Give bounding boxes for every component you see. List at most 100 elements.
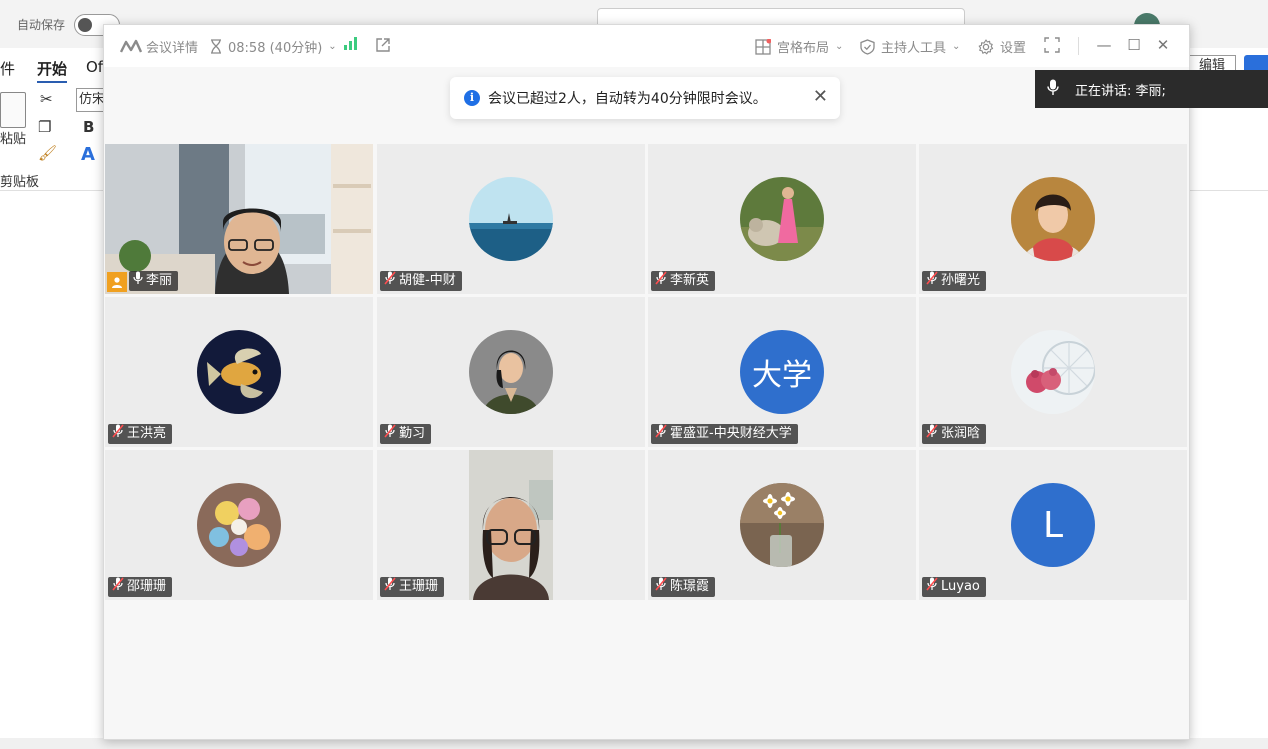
participant-avatar [469, 330, 553, 414]
participant-avatar [740, 483, 824, 567]
toolbar-divider [1078, 37, 1079, 55]
microphone-muted-icon [926, 423, 938, 445]
participant-name-tag: 孙曙光 [922, 270, 987, 292]
participant-name: 勤习 [399, 426, 426, 441]
microphone-icon [133, 271, 143, 292]
chevron-down-icon: ⌄ [835, 41, 844, 52]
participant-tile[interactable]: 孙曙光 [919, 144, 1187, 294]
gear-icon [978, 38, 994, 55]
settings-button[interactable]: 设置 [978, 37, 1026, 56]
chevron-down-icon: ⌄ [952, 41, 961, 52]
participant-name-tag: 张润晗 [922, 423, 987, 445]
microphone-muted-icon [112, 423, 124, 445]
participant-name: 霍盛亚-中央财经大学 [670, 426, 792, 441]
text-effect-button[interactable]: A [81, 144, 95, 165]
meeting-details-label: 会议详情 [146, 41, 199, 56]
participant-avatar [1011, 330, 1095, 414]
fullscreen-icon[interactable] [1044, 37, 1060, 53]
tab-office[interactable]: Of [86, 58, 103, 76]
format-painter-icon[interactable]: 🖌 [38, 144, 57, 162]
microphone-muted-icon [655, 423, 667, 445]
participant-tile[interactable]: 胡健-中财 [377, 144, 645, 294]
meeting-timer[interactable]: 08:58 (40分钟) ⌄ [210, 37, 337, 56]
participant-avatar: 大学 [740, 330, 824, 414]
microphone-muted-icon [655, 270, 667, 292]
microphone-muted-icon [384, 576, 396, 598]
participant-name-tag: 邵珊珊 [108, 576, 173, 598]
meeting-details-button[interactable]: 会议详情 [146, 37, 198, 56]
tab-home[interactable]: 开始 [37, 58, 68, 83]
close-icon[interactable]: ✕ [1155, 37, 1171, 53]
participant-name: 胡健-中财 [399, 273, 456, 288]
participant-tile[interactable]: 勤习 [377, 297, 645, 447]
settings-label: 设置 [1000, 41, 1027, 56]
participant-tile[interactable]: 张润晗 [919, 297, 1187, 447]
maximize-icon[interactable]: ☐ [1126, 37, 1142, 53]
participant-avatar [197, 483, 281, 567]
info-icon: i [464, 90, 480, 106]
participant-grid: 李丽 胡健-中财 李新英 孙曙光 王洪亮 勤习 大学 霍盛亚-中央财经大学 张润… [105, 144, 1188, 601]
microphone-icon [1047, 79, 1059, 100]
shield-icon [860, 38, 875, 55]
copy-icon[interactable]: ❐ [38, 118, 51, 136]
participant-name-tag: 霍盛亚-中央财经大学 [651, 423, 798, 445]
participant-name-tag: Luyao [922, 576, 986, 598]
participant-avatar [740, 177, 824, 261]
participant-name-tag: 勤习 [380, 423, 432, 444]
microphone-muted-icon [926, 576, 938, 598]
participant-avatar: L [1011, 483, 1095, 567]
tab-file[interactable]: 件 [0, 58, 15, 79]
participant-name: 邵珊珊 [127, 579, 167, 594]
grid-layout-button[interactable]: 宫格布局 ⌄ [755, 37, 843, 56]
host-tools-label: 主持人工具 [881, 41, 947, 56]
participant-name-tag: 陈璟霞 [651, 576, 716, 598]
participant-video-feed [469, 450, 553, 600]
participant-name: 张润晗 [941, 426, 981, 441]
participant-tile[interactable]: 大学 霍盛亚-中央财经大学 [648, 297, 916, 447]
host-badge-icon [107, 272, 127, 292]
participant-name: 李新英 [670, 273, 710, 288]
timer-text: 08:58 (40分钟) [228, 41, 323, 56]
participant-tile[interactable]: 王洪亮 [105, 297, 373, 447]
paste-label[interactable]: 粘贴 [0, 128, 26, 147]
participant-name-tag: 李丽 [129, 271, 179, 292]
participant-tile[interactable]: 李新英 [648, 144, 916, 294]
microphone-muted-icon [112, 576, 124, 598]
participant-name: 陈璟霞 [670, 579, 710, 594]
meeting-window: 会议详情 08:58 (40分钟) ⌄ 宫格布局 ⌄ 主持人工具 ⌄ 设置 — … [103, 24, 1190, 740]
participant-avatar [197, 330, 281, 414]
participant-tile[interactable]: 王珊珊 [377, 450, 645, 600]
active-speaker-text: 正在讲话: 李丽; [1075, 83, 1166, 99]
meeting-toolbar: 会议详情 08:58 (40分钟) ⌄ 宫格布局 ⌄ 主持人工具 ⌄ 设置 — … [104, 25, 1189, 67]
participant-tile[interactable]: 李丽 [105, 144, 373, 294]
grid-icon [755, 38, 771, 55]
microphone-muted-icon [384, 270, 396, 292]
microphone-muted-icon [655, 576, 667, 598]
hourglass-icon [210, 39, 222, 54]
limit-notice: i 会议已超过2人，自动转为40分钟限时会议。 ✕ [450, 77, 840, 119]
autosave-label: 自动保存 [17, 18, 66, 32]
active-speaker-indicator: 正在讲话: 李丽; [1035, 70, 1268, 108]
chevron-down-icon: ⌄ [328, 41, 337, 52]
paste-icon[interactable] [0, 92, 26, 128]
participant-tile[interactable]: 陈璟霞 [648, 450, 916, 600]
participant-name-tag: 李新英 [651, 270, 716, 292]
cut-icon[interactable]: ✂ [40, 90, 53, 108]
signal-strength-icon[interactable] [344, 37, 358, 50]
app-logo-icon [119, 39, 143, 57]
participant-tile[interactable]: L Luyao [919, 450, 1187, 600]
bold-button[interactable]: B [83, 118, 94, 136]
grid-layout-label: 宫格布局 [777, 41, 830, 56]
close-icon[interactable]: ✕ [813, 88, 828, 106]
participant-name: 孙曙光 [941, 273, 981, 288]
participant-name: 王珊珊 [399, 579, 439, 594]
microphone-muted-icon [926, 270, 938, 292]
popout-icon[interactable] [375, 37, 391, 53]
participant-avatar [1011, 177, 1095, 261]
participant-name: 李丽 [146, 273, 173, 288]
participant-name: 王洪亮 [127, 426, 167, 441]
participant-tile[interactable]: 邵珊珊 [105, 450, 373, 600]
host-tools-button[interactable]: 主持人工具 ⌄ [860, 37, 960, 56]
minimize-icon[interactable]: — [1096, 37, 1112, 53]
clipboard-group-label: 剪贴板 [0, 175, 40, 190]
